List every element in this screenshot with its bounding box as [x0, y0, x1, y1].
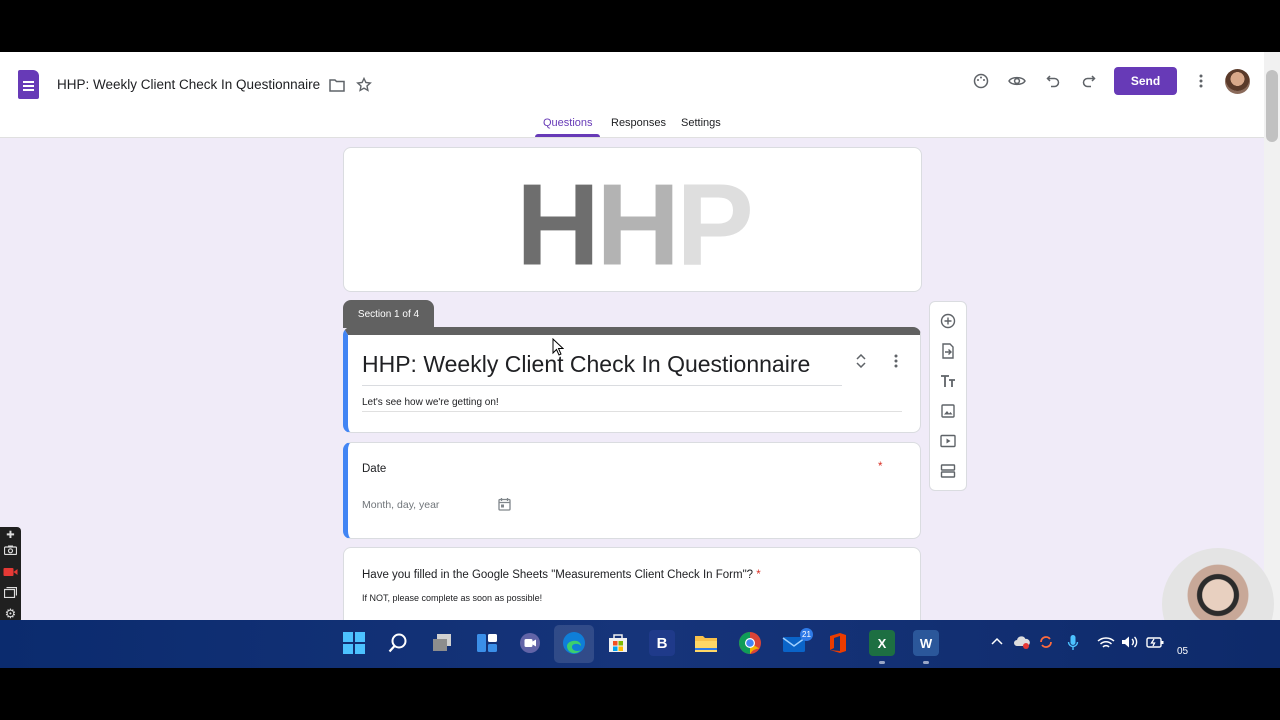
document-title[interactable]: HHP: Weekly Client Check In Questionnair…: [57, 77, 320, 92]
widgets-icon[interactable]: [474, 630, 500, 656]
preview-eye-icon[interactable]: [1007, 72, 1027, 90]
mail-unread-badge: 21: [800, 628, 813, 641]
add-title-icon[interactable]: [930, 370, 966, 392]
store-icon[interactable]: [605, 630, 631, 656]
wifi-icon[interactable]: [1097, 636, 1115, 653]
question-title[interactable]: Have you filled in the Google Sheets "Me…: [362, 569, 761, 581]
volume-icon[interactable]: [1121, 635, 1139, 652]
question-title-text: Have you filled in the Google Sheets "Me…: [362, 569, 754, 581]
folder-icon[interactable]: [328, 76, 346, 94]
section-description[interactable]: Let's see how we're getting on!: [362, 397, 499, 408]
redo-icon[interactable]: [1080, 72, 1098, 90]
date-input-placeholder: Month, day, year: [362, 499, 440, 511]
tab-settings[interactable]: Settings: [681, 117, 721, 129]
collapse-section-icon[interactable]: [854, 353, 868, 369]
star-icon[interactable]: [355, 76, 373, 94]
add-question-icon[interactable]: [930, 310, 966, 332]
account-avatar[interactable]: [1225, 69, 1250, 94]
mouse-cursor-icon: [551, 337, 565, 357]
send-button[interactable]: Send: [1114, 67, 1177, 95]
active-tab-indicator: [535, 134, 600, 137]
required-asterisk: *: [756, 569, 761, 581]
import-questions-icon[interactable]: [930, 340, 966, 362]
add-video-icon[interactable]: [930, 430, 966, 452]
settings-gear-icon[interactable]: ⚙: [3, 606, 18, 621]
word-running-indicator: [923, 661, 929, 664]
question-help-text: If NOT, please complete as soon as possi…: [362, 593, 543, 603]
gallery-icon[interactable]: [3, 586, 18, 599]
sync-icon[interactable]: [1038, 634, 1054, 653]
webcam-overlay: [1162, 548, 1274, 620]
scrollbar-thumb[interactable]: [1266, 70, 1278, 142]
excel-running-indicator: [879, 661, 885, 664]
section-badge: Section 1 of 4: [343, 300, 434, 328]
tab-questions[interactable]: Questions: [543, 117, 593, 129]
windows-start-icon[interactable]: [341, 630, 367, 656]
b-app-icon[interactable]: B: [649, 630, 675, 656]
svg-text:HHP: HHP: [516, 159, 750, 289]
pin-icon[interactable]: ✚: [3, 529, 18, 542]
calendar-icon: [496, 496, 512, 512]
section-title-underline: [362, 385, 842, 386]
excel-icon[interactable]: X: [869, 630, 895, 656]
question-card-date[interactable]: Date * Month, day, year: [343, 442, 921, 539]
add-section-icon[interactable]: [930, 460, 966, 482]
section-title[interactable]: HHP: Weekly Client Check In Questionnair…: [362, 351, 810, 378]
header-image: HHP: [516, 159, 754, 289]
edge-icon[interactable]: [561, 630, 587, 656]
office-icon[interactable]: [825, 630, 851, 656]
chrome-icon[interactable]: [737, 630, 763, 656]
required-asterisk: *: [878, 461, 883, 473]
question-card-sheets[interactable]: Have you filled in the Google Sheets "Me…: [343, 547, 921, 620]
forms-editor-window: HHP: Weekly Client Check In Questionnair…: [0, 52, 1280, 620]
palette-icon[interactable]: [972, 72, 990, 90]
section-header-card[interactable]: HHP: Weekly Client Check In Questionnair…: [343, 327, 921, 433]
google-forms-logo-icon[interactable]: [18, 70, 39, 99]
add-image-icon[interactable]: [930, 400, 966, 422]
header-image-card[interactable]: HHP: [343, 147, 922, 292]
record-video-icon[interactable]: [3, 565, 18, 578]
screen-recorder-toolbar: ✚ ⚙: [0, 527, 21, 620]
undo-icon[interactable]: [1044, 72, 1062, 90]
word-icon[interactable]: W: [913, 630, 939, 656]
windows-taskbar: B 21 X W 05: [0, 620, 1280, 668]
section-description-underline: [362, 411, 902, 412]
header-logo-letter: H: [596, 159, 676, 289]
floating-toolbar: [929, 301, 967, 491]
tab-responses[interactable]: Responses: [611, 117, 666, 129]
microphone-icon[interactable]: [1067, 634, 1079, 655]
question-title[interactable]: Date: [362, 463, 386, 475]
clock-text[interactable]: 05: [1177, 646, 1188, 657]
task-view-icon[interactable]: [429, 630, 455, 656]
section-more-vert-icon[interactable]: [890, 353, 902, 369]
camera-icon[interactable]: [3, 543, 18, 556]
onedrive-icon[interactable]: [1013, 635, 1031, 652]
header-logo-letter: H: [516, 159, 596, 289]
search-icon[interactable]: [385, 630, 411, 656]
file-explorer-icon[interactable]: [693, 630, 719, 656]
battery-icon[interactable]: [1146, 635, 1164, 652]
app-bar: HHP: Weekly Client Check In Questionnair…: [0, 52, 1264, 138]
header-logo-letter: P: [676, 159, 750, 289]
more-vert-icon[interactable]: [1194, 72, 1208, 90]
teams-chat-icon[interactable]: [517, 630, 543, 656]
tray-overflow-chevron-icon[interactable]: [990, 634, 1004, 649]
